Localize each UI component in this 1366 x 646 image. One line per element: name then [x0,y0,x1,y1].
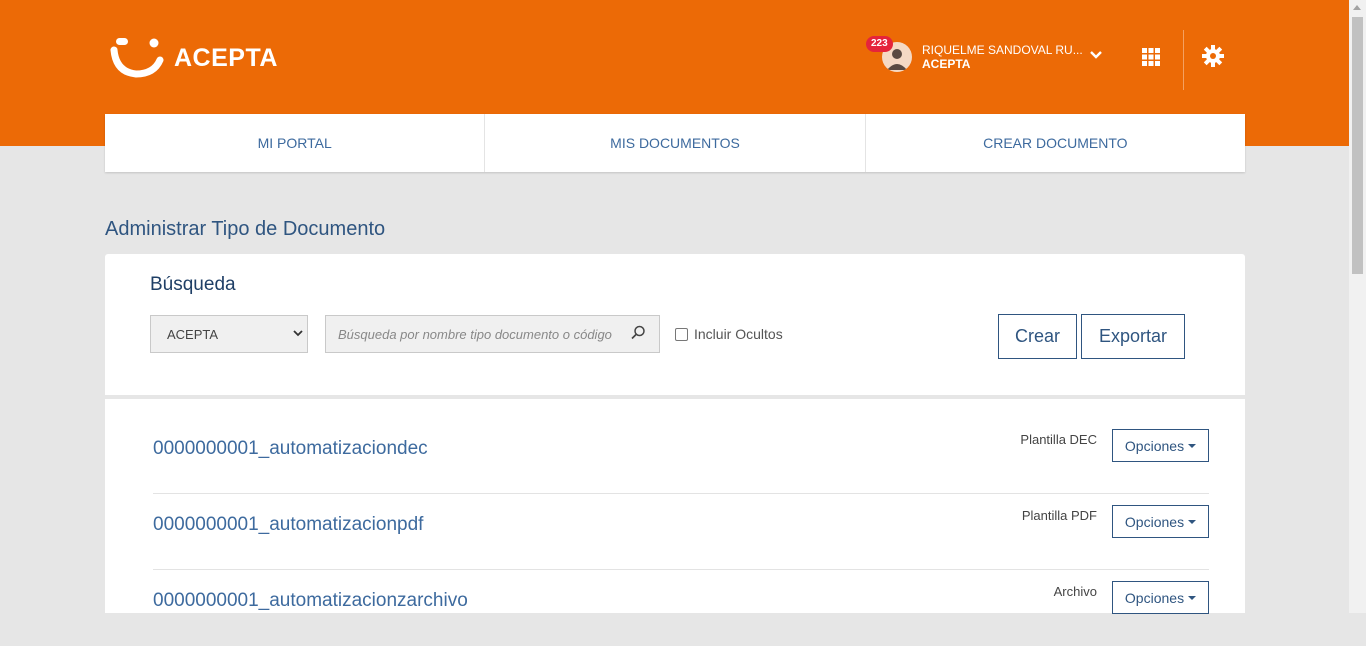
create-button[interactable]: Crear [998,314,1077,359]
apps-grid-icon[interactable] [1142,48,1160,66]
document-type-kind: Plantilla PDF [1021,508,1097,523]
document-type-list: 0000000001_automatizaciondec Plantilla D… [105,399,1245,614]
list-item: 0000000001_automatizacionzarchivo Archiv… [153,570,1209,646]
options-label: Opciones [1124,513,1185,530]
user-menu[interactable]: 223 RIQUELME SANDOVAL RU... ACEPTA [866,36,1106,78]
document-type-kind: Plantilla DEC [1020,432,1097,447]
main-nav: MI PORTAL MIS DOCUMENTOS CREAR DOCUMENTO [105,114,1245,172]
acepta-logo[interactable]: ACEPTA [110,36,278,80]
header-divider [1183,30,1184,90]
include-hidden-checkbox[interactable] [675,328,688,341]
search-panel: Búsqueda ACEPTA Incluir Ocultos Crear Ex… [105,254,1245,395]
options-button[interactable]: Opciones [1112,581,1209,614]
caret-down-icon [1188,443,1197,448]
smile-logo-icon [110,38,164,78]
options-label: Opciones [1124,589,1185,606]
brand-name: ACEPTA [174,43,278,72]
nav-crear-documento[interactable]: CREAR DOCUMENTO [866,114,1245,172]
document-type-name[interactable]: 0000000001_automatizaciondec [153,438,428,460]
user-org: ACEPTA [922,57,971,71]
page-scrollbar[interactable] [1349,0,1366,613]
document-type-name[interactable]: 0000000001_automatizacionpdf [153,514,423,536]
company-select-value: ACEPTA [167,326,219,342]
caret-down-icon [1188,519,1197,524]
document-type-name[interactable]: 0000000001_automatizacionzarchivo [153,590,468,612]
options-button[interactable]: Opciones [1112,429,1209,462]
gear-icon[interactable] [1202,45,1224,67]
list-item: 0000000001_automatizaciondec Plantilla D… [153,418,1209,494]
options-label: Opciones [1124,437,1185,454]
include-hidden-label: Incluir Ocultos [694,326,783,342]
user-name: RIQUELME SANDOVAL RU... [922,43,1083,57]
document-type-kind: Archivo [1053,584,1097,599]
export-button[interactable]: Exportar [1081,314,1185,359]
page-title: Administrar Tipo de Documento [105,218,386,241]
scroll-up-arrow-icon[interactable] [1353,5,1361,10]
list-item: 0000000001_automatizacionpdf Plantilla P… [153,494,1209,570]
chevron-down-icon[interactable] [1090,50,1102,60]
caret-down-icon [1188,595,1197,600]
search-input[interactable] [325,315,660,353]
search-icon[interactable] [630,325,646,341]
nav-mi-portal[interactable]: MI PORTAL [105,114,486,172]
chevron-down-icon [293,330,303,337]
nav-mis-documentos[interactable]: MIS DOCUMENTOS [485,114,866,172]
scroll-thumb[interactable] [1352,17,1363,274]
company-select[interactable]: ACEPTA [150,315,308,353]
options-button[interactable]: Opciones [1112,505,1209,538]
search-title: Búsqueda [150,274,236,295]
notification-badge[interactable]: 223 [866,36,893,52]
